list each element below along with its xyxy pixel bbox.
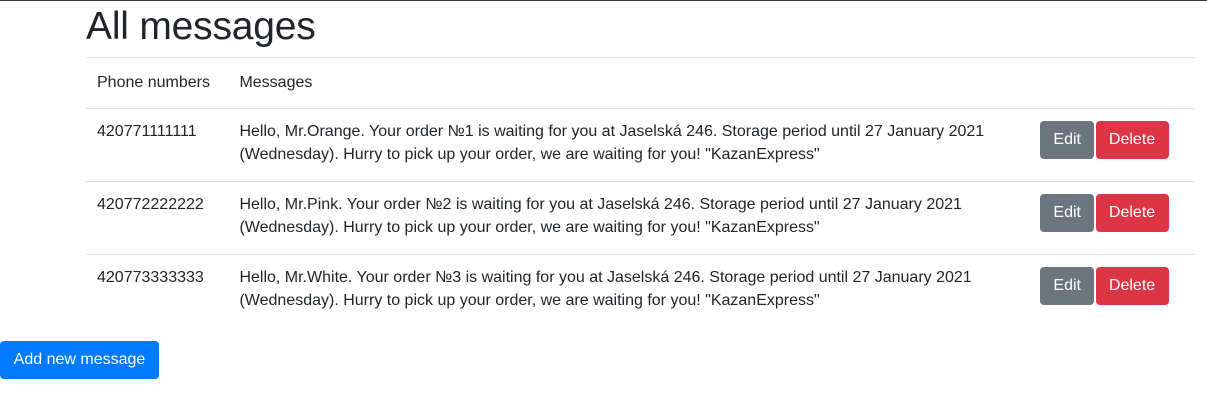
messages-header: Messages xyxy=(228,57,1041,109)
edit-cell: Edit xyxy=(1040,254,1096,327)
message-cell: Hello, Mr.White. Your order №3 is waitin… xyxy=(228,254,1041,327)
header-row: Phone numbers Messages xyxy=(86,57,1195,109)
edit-button[interactable]: Edit xyxy=(1040,267,1095,305)
table-row: 420773333333 Hello, Mr.White. Your order… xyxy=(86,254,1195,327)
add-new-message-button[interactable]: Add new message xyxy=(0,341,159,379)
messages-table: Phone numbers Messages 420771111111 Hell… xyxy=(86,57,1195,327)
phone-cell: 420773333333 xyxy=(86,254,229,327)
message-cell: Hello, Mr.Orange. Your order №1 is waiti… xyxy=(228,108,1041,182)
page-title: All messages xyxy=(86,5,316,48)
edit-cell: Edit xyxy=(1040,181,1096,255)
edit-cell: Edit xyxy=(1040,108,1096,182)
edit-button[interactable]: Edit xyxy=(1040,121,1095,159)
delete-cell: Delete xyxy=(1095,181,1195,255)
main-content: All messages Phone numbers Messages 4207… xyxy=(86,0,1195,327)
table-body: 420771111111 Hello, Mr.Orange. Your orde… xyxy=(86,108,1195,327)
delete-button[interactable]: Delete xyxy=(1095,194,1169,232)
message-cell: Hello, Mr.Pink. Your order №2 is waiting… xyxy=(228,181,1041,255)
delete-button[interactable]: Delete xyxy=(1095,267,1169,305)
delete-button[interactable]: Delete xyxy=(1095,121,1169,159)
delete-cell: Delete xyxy=(1095,108,1195,182)
delete-cell: Delete xyxy=(1095,254,1195,327)
edit-column-header xyxy=(1040,57,1096,109)
table-row: 420771111111 Hello, Mr.Orange. Your orde… xyxy=(86,108,1195,182)
edit-button[interactable]: Edit xyxy=(1040,194,1095,232)
phone-cell: 420772222222 xyxy=(86,181,229,255)
phone-numbers-header: Phone numbers xyxy=(86,57,229,109)
phone-cell: 420771111111 xyxy=(86,108,229,182)
table-header: Phone numbers Messages xyxy=(86,57,1195,109)
delete-column-header xyxy=(1095,57,1195,109)
table-row: 420772222222 Hello, Mr.Pink. Your order … xyxy=(86,181,1195,255)
